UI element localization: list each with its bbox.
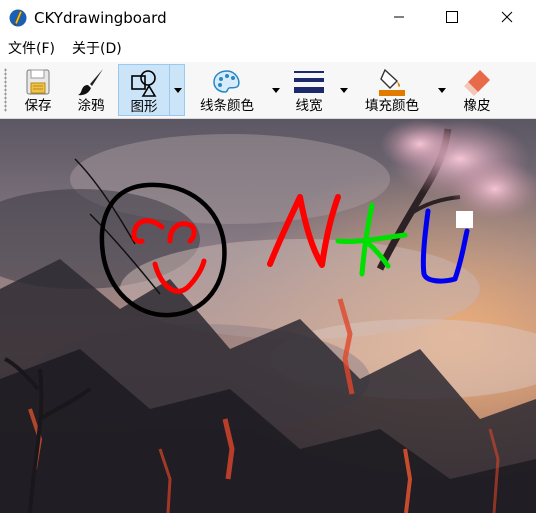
- save-button[interactable]: 保存: [16, 64, 60, 116]
- menu-bar: 文件(F) 关于(D): [0, 36, 536, 62]
- fill-color-label: 填充颜色: [365, 98, 419, 114]
- drawing-canvas[interactable]: [0, 119, 536, 513]
- save-label: 保存: [24, 98, 52, 114]
- save-icon: [26, 69, 50, 95]
- shapes-icon: [131, 70, 157, 97]
- maximize-icon: [446, 11, 458, 23]
- brush-label: 涂鸦: [77, 98, 105, 114]
- minimize-icon: [394, 16, 404, 18]
- brush-icon: [78, 69, 103, 96]
- fill-bucket-icon: [379, 68, 405, 96]
- brush-button[interactable]: 涂鸦: [68, 64, 114, 116]
- shapes-label: 图形: [130, 99, 158, 115]
- eraser-button[interactable]: 橡皮: [454, 64, 500, 116]
- maximize-button[interactable]: [429, 0, 475, 34]
- close-button[interactable]: [484, 0, 530, 34]
- toolbar-grip[interactable]: [4, 68, 7, 112]
- close-icon: [501, 11, 513, 23]
- line-width-label: 线宽: [295, 98, 323, 114]
- line-color-dropdown-arrow-icon[interactable]: [272, 88, 280, 93]
- fill-color-button[interactable]: 填充颜色: [356, 64, 428, 116]
- minimize-button[interactable]: [376, 0, 422, 34]
- line-width-icon: [294, 71, 324, 93]
- pencil-icon: [9, 9, 27, 27]
- white-square: [456, 211, 473, 228]
- line-width-dropdown-arrow-icon[interactable]: [340, 88, 348, 93]
- menu-file[interactable]: 文件(F): [8, 40, 55, 58]
- toolbar: 保存 涂鸦 图形 线条颜色 线宽 填充颜色 橡皮: [0, 62, 536, 119]
- title-bar: CKYdrawingboard: [0, 0, 536, 36]
- eraser-label: 橡皮: [463, 98, 491, 114]
- palette-icon: [213, 70, 240, 93]
- canvas-artwork: [0, 119, 536, 513]
- line-width-button[interactable]: 线宽: [286, 64, 332, 116]
- shapes-dropdown-arrow-icon: [174, 88, 182, 93]
- eraser-icon: [464, 70, 490, 96]
- line-color-button[interactable]: 线条颜色: [192, 64, 262, 116]
- fill-color-dropdown-arrow-icon[interactable]: [438, 88, 446, 93]
- shapes-button[interactable]: 图形: [118, 64, 170, 116]
- background-landscape: [0, 119, 536, 513]
- line-color-label: 线条颜色: [200, 98, 254, 114]
- menu-about[interactable]: 关于(D): [72, 40, 122, 58]
- window-title: CKYdrawingboard: [34, 9, 167, 27]
